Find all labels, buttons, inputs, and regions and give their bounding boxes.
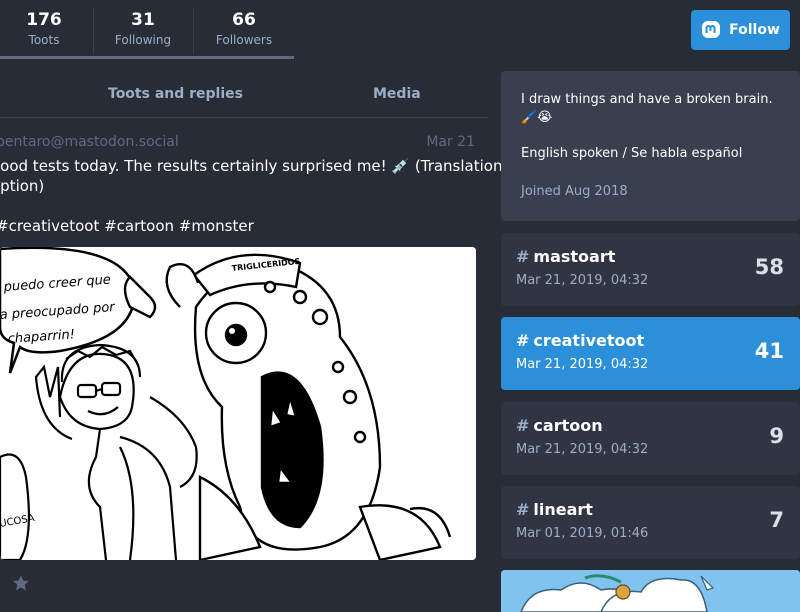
comic-illustration: puedo creer que a preocupado por chaparr… xyxy=(0,247,476,560)
hashtag-icon: # xyxy=(516,331,530,350)
tag-name: # creativetoot xyxy=(516,331,645,350)
hashtag-icon: # xyxy=(516,500,530,519)
follow-button-label: Follow xyxy=(729,22,780,38)
cloud-illustration xyxy=(501,570,800,612)
tag-name: # lineart xyxy=(516,500,593,519)
counter-toots[interactable]: 176 Toots xyxy=(0,8,94,48)
counter-following[interactable]: 31 Following xyxy=(93,8,193,48)
follow-button[interactable]: Follow xyxy=(691,10,790,50)
status-item[interactable]: pentaro@mastodon.social Mar 21 lood test… xyxy=(0,118,521,612)
counter-value: 176 xyxy=(26,10,62,30)
tab-toots-and-replies[interactable]: Toots and replies xyxy=(108,71,243,117)
tag-date: Mar 21, 2019, 04:32 xyxy=(516,357,649,372)
hashtag-icon: # xyxy=(516,416,530,435)
featured-tag-creativetoot[interactable]: # creativetoot Mar 21, 2019, 04:32 41 xyxy=(501,317,800,390)
featured-tag-lineart[interactable]: # lineart Mar 01, 2019, 01:46 7 xyxy=(501,486,800,559)
counter-followers[interactable]: 66 Followers xyxy=(194,8,294,48)
tag-date: Mar 21, 2019, 04:32 xyxy=(516,442,649,457)
status-hashtags[interactable]: #creativetoot #cartoon #monster xyxy=(0,216,476,236)
tab-media[interactable]: Media xyxy=(373,71,421,117)
counter-label: Followers xyxy=(215,33,273,47)
profile-tabs: Toots and replies Media xyxy=(0,71,488,118)
tag-date: Mar 01, 2019, 01:46 xyxy=(516,526,649,541)
counter-value: 66 xyxy=(232,10,256,30)
status-text-line: lood tests today. The results certainly … xyxy=(0,157,521,175)
tag-count: 41 xyxy=(754,339,784,363)
active-counter-underline xyxy=(0,56,294,59)
bio-emoji: 🖌️😭 xyxy=(521,110,553,125)
hashtag-icon: # xyxy=(516,247,530,266)
tag-name: # cartoon xyxy=(516,416,603,435)
tag-count: 9 xyxy=(769,424,784,448)
status-account[interactable]: pentaro@mastodon.social xyxy=(0,134,179,150)
mastodon-icon xyxy=(702,21,721,38)
counter-label: Following xyxy=(114,33,172,47)
status-timestamp[interactable]: Mar 21 xyxy=(426,134,475,150)
profile-bio: I draw things and have a broken brain. 🖌… xyxy=(521,91,781,127)
counter-value: 31 xyxy=(131,10,155,30)
counter-label: Toots xyxy=(28,33,60,47)
bio-text: I draw things and have a broken brain. xyxy=(521,92,773,107)
featured-tag-mastoart[interactable]: # mastoart Mar 21, 2019, 04:32 58 xyxy=(501,233,800,306)
featured-tag-cartoon[interactable]: # cartoon Mar 21, 2019, 04:32 9 xyxy=(501,402,800,475)
status-content: lood tests today. The results certainly … xyxy=(0,156,521,236)
favourite-star-icon[interactable] xyxy=(12,574,30,592)
tag-count: 58 xyxy=(754,255,784,279)
tag-date: Mar 21, 2019, 04:32 xyxy=(516,273,649,288)
tag-count: 7 xyxy=(769,508,784,532)
profile-languages: English spoken / Se habla español xyxy=(521,146,743,161)
promo-illustration-card[interactable] xyxy=(501,570,800,612)
tag-name: # mastoart xyxy=(516,247,616,266)
status-media-image[interactable]: puedo creer que a preocupado por chaparr… xyxy=(0,247,476,560)
profile-info-card: I draw things and have a broken brain. 🖌… xyxy=(501,71,800,221)
profile-joined-date: Joined Aug 2018 xyxy=(521,184,628,199)
status-text-line: iption) xyxy=(0,177,45,195)
account-header-bar: 176 Toots 31 Following 66 Followers Foll… xyxy=(0,0,800,60)
